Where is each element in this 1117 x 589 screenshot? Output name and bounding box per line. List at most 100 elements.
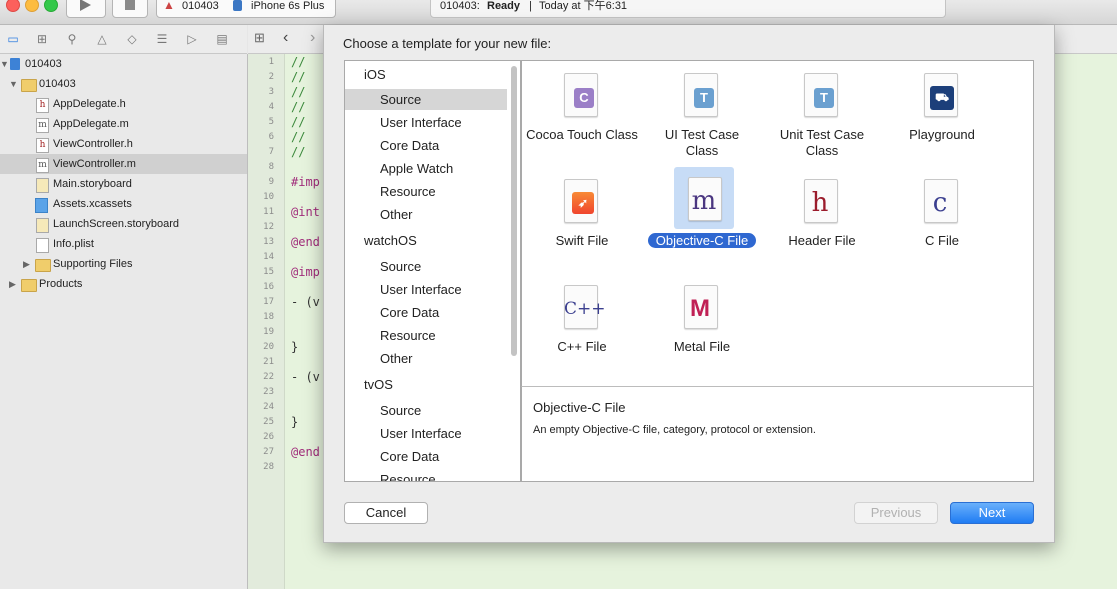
back-arrow-icon[interactable]: ‹: [283, 29, 288, 47]
template-cocoa-touch-class[interactable]: C Cocoa Touch Class: [522, 61, 642, 161]
plist-file-icon: [36, 238, 49, 253]
debug-navigator-icon[interactable]: ☰: [154, 31, 170, 47]
template-unit-test-case-class[interactable]: T Unit Test Case Class: [762, 61, 882, 161]
template-label: Objective-C File: [642, 233, 762, 249]
forward-arrow-icon[interactable]: ›: [310, 29, 315, 47]
line-number: 19: [263, 327, 274, 337]
category-list-scrollbar[interactable]: [511, 66, 517, 356]
category-watchos-user-interface[interactable]: User Interface: [345, 279, 507, 300]
template-cpp-file[interactable]: C++ C++ File: [522, 273, 642, 373]
group-row[interactable]: ▶ Supporting Files: [0, 254, 247, 274]
ui-test-case-icon: T: [680, 71, 720, 119]
file-row[interactable]: h AppDelegate.h: [0, 94, 247, 114]
description-text: An empty Objective-C file, category, pro…: [533, 424, 816, 436]
line-number: 26: [263, 432, 274, 442]
file-row[interactable]: h ViewController.h: [0, 134, 247, 154]
run-button[interactable]: [66, 0, 106, 18]
category-watchos-other[interactable]: Other: [345, 348, 507, 369]
category-ios-resource[interactable]: Resource: [345, 181, 507, 202]
device-icon: [233, 0, 242, 11]
issue-navigator-icon[interactable]: △: [94, 31, 110, 47]
test-navigator-icon[interactable]: ◇: [124, 31, 140, 47]
file-row[interactable]: m AppDelegate.m: [0, 114, 247, 134]
group-row[interactable]: ▼ 010403: [0, 74, 247, 94]
line-number: 9: [268, 177, 274, 187]
platform-header: watchOS: [364, 233, 417, 248]
navigator-selector-bar: ▭ ⊞ ⚲ △ ◇ ☰ ▷ ▤: [0, 25, 247, 54]
template-label: Unit Test Case Class: [779, 127, 865, 158]
playground-icon: ⛟: [920, 71, 960, 119]
play-icon: [80, 0, 91, 11]
category-ios-user-interface[interactable]: User Interface: [345, 112, 507, 133]
group-row[interactable]: ▶ Products: [0, 274, 247, 294]
code-line: @int: [291, 205, 320, 219]
zoom-window-button[interactable]: [44, 0, 58, 12]
category-watchos-resource[interactable]: Resource: [345, 325, 507, 346]
code-line: @imp: [291, 265, 320, 279]
template-metal-file[interactable]: M Metal File: [642, 273, 762, 373]
minimize-window-button[interactable]: [25, 0, 39, 12]
line-number: 12: [263, 222, 274, 232]
breakpoint-navigator-icon[interactable]: ▷: [184, 31, 200, 47]
storyboard-file-icon: [36, 218, 49, 233]
report-navigator-icon[interactable]: ▤: [214, 31, 230, 47]
chevron-right-icon[interactable]: ▶: [9, 274, 19, 294]
category-tvos-core-data[interactable]: Core Data: [345, 446, 507, 467]
storyboard-file-icon: [36, 178, 49, 193]
nav-row-label: 010403: [25, 58, 62, 70]
file-row[interactable]: Assets.xcassets: [0, 194, 247, 214]
template-objective-c-file[interactable]: m Objective-C File: [642, 167, 762, 267]
category-ios-other[interactable]: Other: [345, 204, 507, 225]
previous-button[interactable]: Previous: [854, 502, 938, 524]
close-window-button[interactable]: [6, 0, 20, 12]
template-label-text: Objective-C File: [647, 233, 757, 248]
category-watchos-core-data[interactable]: Core Data: [345, 302, 507, 323]
scheme-selector[interactable]: ▲ 010403 iPhone 6s Plus: [156, 0, 336, 18]
swift-file-icon: ➶: [560, 177, 600, 225]
line-number: 13: [263, 237, 274, 247]
symbol-navigator-icon[interactable]: ⊞: [34, 31, 50, 47]
next-button[interactable]: Next: [950, 502, 1034, 524]
file-row[interactable]: LaunchScreen.storyboard: [0, 214, 247, 234]
category-watchos-source[interactable]: Source: [345, 256, 507, 277]
file-row[interactable]: Info.plist: [0, 234, 247, 254]
related-items-icon[interactable]: ⊞: [254, 31, 268, 45]
chevron-down-icon[interactable]: ▼: [0, 54, 10, 74]
code-line: - (v: [291, 370, 320, 384]
template-playground[interactable]: ⛟ Playground: [882, 61, 1002, 161]
stop-button[interactable]: [112, 0, 148, 18]
template-header-file[interactable]: h Header File: [762, 167, 882, 267]
template-label: Header File: [788, 233, 856, 248]
category-tvos-resource[interactable]: Resource: [345, 469, 507, 481]
code-line: #imp: [291, 175, 320, 189]
template-c-file[interactable]: c C File: [882, 167, 1002, 267]
template-swift-file[interactable]: ➶ Swift File: [522, 167, 642, 267]
code-line: //: [291, 55, 306, 69]
category-ios-core-data[interactable]: Core Data: [345, 135, 507, 156]
line-number: 24: [263, 402, 274, 412]
platform-header: tvOS: [364, 377, 393, 392]
template-ui-test-case-class[interactable]: T UI Test Case Class: [642, 61, 762, 161]
template-label: UI Test Case Class: [664, 127, 740, 158]
file-row[interactable]: Main.storyboard: [0, 174, 247, 194]
category-tvos-user-interface[interactable]: User Interface: [345, 423, 507, 444]
project-navigator-icon[interactable]: ▭: [5, 31, 21, 47]
line-number: 15: [263, 267, 274, 277]
project-root-row[interactable]: ▼ 010403: [0, 54, 247, 74]
category-tvos-source[interactable]: Source: [345, 400, 507, 421]
chevron-right-icon[interactable]: ▶: [23, 254, 33, 274]
cancel-button[interactable]: Cancel: [344, 502, 428, 524]
category-ios-source[interactable]: Source: [345, 89, 507, 110]
category-ios-apple-watch[interactable]: Apple Watch: [345, 158, 507, 179]
folder-icon: [21, 279, 37, 292]
header-file-icon: h: [36, 98, 49, 113]
template-label: Cocoa Touch Class: [526, 127, 638, 142]
search-icon[interactable]: ⚲: [64, 31, 80, 47]
objc-file-icon: m: [36, 158, 49, 173]
line-number: 23: [263, 387, 274, 397]
template-grid: C Cocoa Touch Class T UI Test Case Class…: [521, 60, 1034, 387]
chevron-down-icon[interactable]: ▼: [9, 74, 19, 94]
file-row-selected[interactable]: m ViewController.m: [0, 154, 247, 174]
line-number: 11: [263, 207, 274, 217]
template-category-list[interactable]: iOS Source User Interface Core Data Appl…: [344, 60, 521, 482]
